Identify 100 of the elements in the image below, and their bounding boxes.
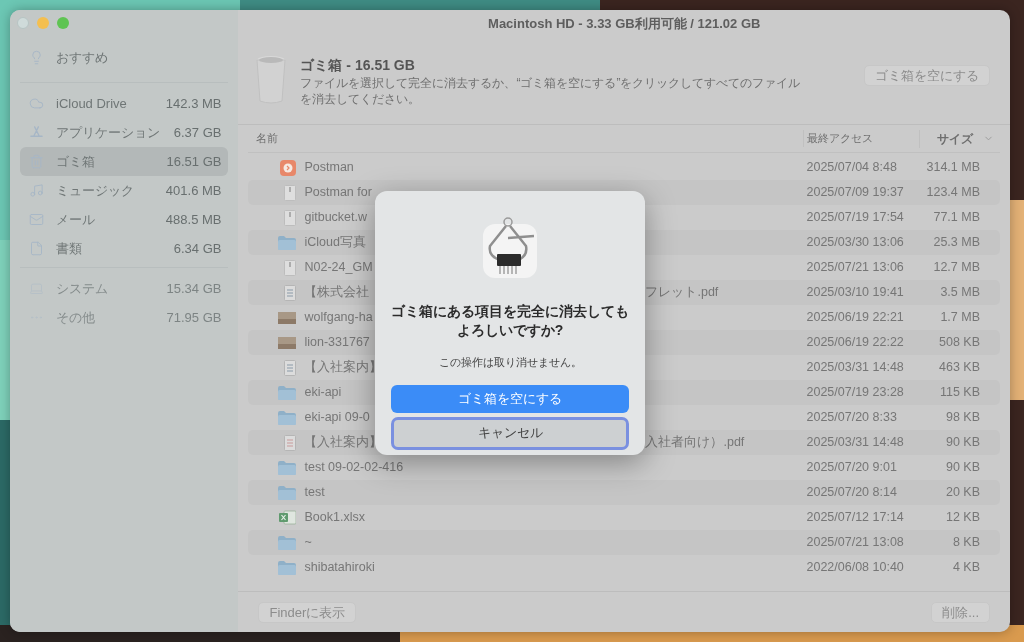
file-name: lion-331767 [304,335,370,350]
sidebar-label: その他 [56,308,96,327]
file-size: 90 KB [944,459,981,477]
trash-description: ファイルを選択して完全に消去するか、“ゴミ箱を空にする”をクリックしてすべてのファイルを消去してください。 [300,75,801,107]
sidebar-item[interactable]: ミュージック 401.6 MB [20,176,229,205]
last-access-date: 2025/07/21 13:06 [806,259,905,277]
file-name: 【入社案内】 [304,435,383,450]
photo-thumbnail-icon [278,336,297,349]
document-icon [284,284,297,301]
column-header[interactable]: 名前 [248,130,804,147]
app-icon [280,159,297,176]
file-icon [284,184,297,201]
sidebar-label: おすすめ [56,48,109,67]
file-size: 314.1 MB [926,159,981,177]
sidebar-label: ゴミ箱 [56,152,96,171]
file-name: test 09-02-02-416 [304,460,404,475]
file-name: test [304,485,325,500]
sidebar-label: システム [56,279,109,298]
sidebar-label: アプリケーション [56,123,161,142]
file-name: 入社者向け）.pdf [645,435,745,450]
envelope-icon [28,212,44,227]
last-access-date: 2025/07/04 8:48 [806,159,898,177]
file-size: 8 KB [951,534,981,552]
folder-icon [278,535,297,550]
file-size: 12 KB [944,509,981,527]
document-icon [28,241,44,256]
dialog-message: この操作は取り消せません。 [438,355,582,370]
file-name: フレット.pdf [645,285,719,300]
file-size: 1.7 MB [939,309,981,327]
file-size: 123.4 MB [926,184,981,202]
file-size: 115 KB [938,384,981,402]
empty-trash-button[interactable]: ゴミ箱を空にする [391,384,629,413]
window-title: Macintosh HD - 3.33 GB利用可能 / 121.02 GB [487,15,762,34]
spreadsheet-icon [279,510,297,525]
column-header[interactable]: サイズ [937,129,973,148]
file-size: 98 KB [944,409,981,427]
folder-icon [278,460,297,475]
file-name: Postman for [304,185,372,200]
folder-icon [278,410,297,425]
folder-icon [278,485,297,500]
file-name: iCloud写真 [304,235,366,250]
last-access-date: 2025/07/09 19:37 [806,184,905,202]
last-access-date: 2025/06/19 22:21 [806,309,905,327]
file-name: shibatahiroki [304,560,375,575]
cloud-icon [28,96,44,111]
apps-icon [28,125,44,140]
cancel-button[interactable]: キャンセル [391,416,629,450]
last-access-date: 2025/07/12 17:14 [806,509,905,527]
sidebar-item[interactable]: 書類 6.34 GB [20,234,229,263]
file-name: Book1.xlsx [304,510,365,525]
last-access-date: 2025/06/19 22:22 [806,334,905,352]
column-header[interactable]: 最終アクセス [803,130,920,147]
file-name: eki-api 09-0 [304,410,370,425]
sidebar-size: 71.95 GB [166,308,222,327]
file-name: 【株式会社 [304,285,370,300]
minimize-button[interactable] [37,17,49,29]
last-access-date: 2025/03/10 19:41 [806,284,905,302]
sidebar-label: iCloud Drive [56,94,128,113]
sidebar-item[interactable]: アプリケーション 6.37 GB [20,118,229,147]
sidebar-size: 6.37 GB [173,123,222,142]
file-size: 20 KB [944,484,981,502]
sidebar-label: ミュージック [56,181,135,200]
last-access-date: 2025/07/19 23:28 [806,384,905,402]
sidebar-item[interactable]: メール 488.5 MB [20,205,229,234]
sidebar-size: 142.3 MB [165,94,222,113]
file-name: wolfgang-ha [304,310,373,325]
file-name: gitbucket.w [304,210,367,225]
document-icon [284,434,297,451]
zoom-button[interactable] [57,17,69,29]
file-name: ~ [304,535,312,550]
last-access-date: 2025/07/20 8:33 [806,409,898,427]
folder-icon [278,235,297,250]
last-access-date: 2025/07/20 8:14 [806,484,898,502]
folder-icon [278,560,297,575]
file-name: N02-24_GM [304,260,373,275]
last-access-date: 2022/06/08 10:40 [806,559,905,577]
sidebar-item[interactable]: おすすめ [20,43,229,72]
music-note-icon [28,183,44,198]
last-access-date: 2025/03/30 13:06 [806,234,905,252]
file-icon [284,209,297,226]
trash-can-icon [256,55,287,105]
file-name: eki-api [304,385,342,400]
sidebar-label: メール [56,210,96,229]
file-size: 3.5 MB [939,284,981,302]
sidebar-item[interactable]: iCloud Drive 142.3 MB [20,89,229,118]
last-access-date: 2025/07/21 13:08 [806,534,905,552]
folder-icon [278,385,297,400]
file-size: 77.1 MB [932,209,981,227]
last-access-date: 2025/03/31 14:48 [806,359,905,377]
file-name: 【入社案内】 [304,360,383,375]
file-name: Postman [304,160,354,175]
last-access-date: 2025/07/19 17:54 [806,209,905,227]
sidebar-item[interactable]: ゴミ箱 16.51 GB [20,147,229,176]
file-size: 12.7 MB [932,259,981,277]
file-size: 25.3 MB [932,234,981,252]
document-icon [284,359,297,376]
sidebar-size: 488.5 MB [165,210,222,229]
file-size: 4 KB [951,559,981,577]
sidebar-size: 6.34 GB [173,239,222,258]
dialog-title: ゴミ箱にある項目を完全に消去してもよろしいですか? [391,302,629,340]
